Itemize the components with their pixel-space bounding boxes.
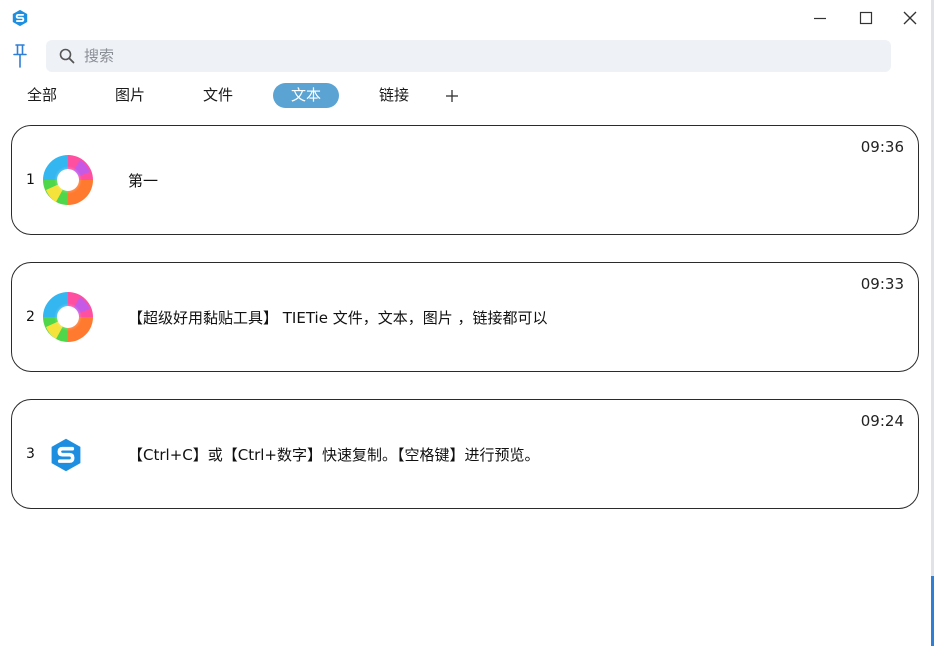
add-tab-button[interactable] <box>441 83 463 108</box>
colorful-swirl-icon <box>43 292 93 342</box>
item-time: 09:24 <box>860 412 904 430</box>
close-button[interactable] <box>896 6 924 30</box>
colorful-swirl-icon <box>43 155 93 205</box>
item-time: 09:36 <box>860 138 904 156</box>
clipboard-item[interactable]: 3 【Ctrl+C】或【Ctrl+数字】快速复制。【空格键】进行预览。 09:2… <box>11 399 919 509</box>
maximize-button[interactable] <box>852 6 880 30</box>
item-index: 1 <box>26 172 35 188</box>
maximize-icon <box>859 11 873 25</box>
item-time: 09:33 <box>860 275 904 293</box>
minimize-button[interactable] <box>806 6 834 30</box>
clipboard-item[interactable]: 1 第一 09:36 <box>11 125 919 235</box>
search-input[interactable] <box>82 46 866 66</box>
app-logo-icon <box>12 9 28 27</box>
minimize-icon <box>814 17 826 20</box>
item-text: 第一 <box>128 172 159 190</box>
item-index: 2 <box>26 309 35 325</box>
plus-icon <box>446 89 458 102</box>
tab-all[interactable]: 全部 <box>18 83 66 108</box>
tab-links[interactable]: 链接 <box>370 83 418 108</box>
search-icon <box>59 48 75 64</box>
item-text: 【超级好用黏贴工具】 TIETie 文件，文本，图片 ，链接都可以 <box>128 309 548 327</box>
close-icon <box>903 11 917 25</box>
tab-text[interactable]: 文本 <box>273 83 339 108</box>
item-index: 3 <box>26 446 35 462</box>
clipboard-item[interactable]: 2 【超级好用黏贴工具】 TIETie 文件，文本，图片 ，链接都可以 09:3… <box>11 262 919 372</box>
tab-files[interactable]: 文件 <box>194 83 242 108</box>
app-logo-icon <box>51 438 81 472</box>
item-text: 【Ctrl+C】或【Ctrl+数字】快速复制。【空格键】进行预览。 <box>128 446 540 464</box>
search-box[interactable] <box>46 40 891 72</box>
tab-images[interactable]: 图片 <box>106 83 154 108</box>
pin-icon[interactable] <box>10 43 30 69</box>
